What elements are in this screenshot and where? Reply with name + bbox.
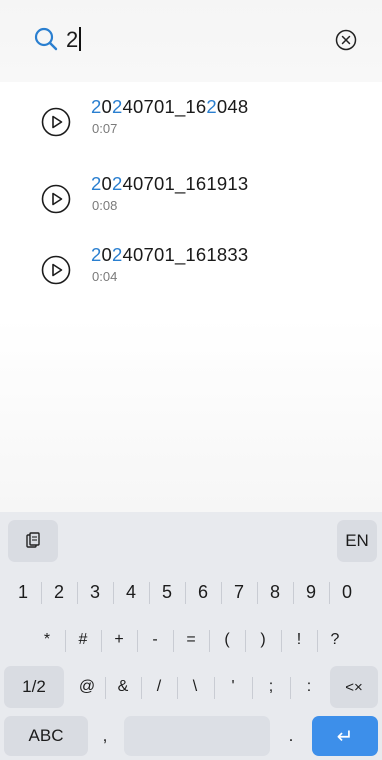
- symbol-row-2: 1/2 @ & / \ ' ; : <×: [0, 666, 382, 708]
- search-bar: 2: [0, 0, 382, 83]
- clipboard-button[interactable]: [8, 520, 58, 562]
- key-divider: [221, 582, 222, 604]
- key-divider: [185, 582, 186, 604]
- key-7[interactable]: 7: [222, 572, 256, 612]
- key-exclamation[interactable]: !: [282, 620, 316, 660]
- key-divider: [317, 630, 318, 652]
- play-icon[interactable]: [40, 254, 72, 286]
- key-at[interactable]: @: [70, 666, 104, 708]
- key-divider: [290, 677, 291, 699]
- key-divider: [77, 582, 78, 604]
- key-apostrophe[interactable]: ': [216, 666, 250, 708]
- key-equals[interactable]: =: [174, 620, 208, 660]
- key-open-paren[interactable]: (: [210, 620, 244, 660]
- keyboard: EN 1 2 3 4 5 6 7 8 9 0 * # + - = ( ) ! ?: [0, 512, 382, 760]
- key-slash[interactable]: /: [142, 666, 176, 708]
- key-0[interactable]: 0: [330, 572, 364, 612]
- key-divider: [209, 630, 210, 652]
- digit-row: 1 2 3 4 5 6 7 8 9 0: [0, 572, 382, 612]
- results-list: 20240701_162048 0:07 20240701_161913 0:0…: [0, 82, 382, 512]
- key-1[interactable]: 1: [6, 572, 40, 612]
- key-divider: [113, 582, 114, 604]
- recording-name: 20240701_161833: [91, 244, 249, 265]
- key-semicolon[interactable]: ;: [254, 666, 288, 708]
- key-comma[interactable]: ,: [90, 716, 120, 756]
- search-query: 2: [66, 27, 79, 52]
- key-ampersand[interactable]: &: [106, 666, 140, 708]
- key-divider: [252, 677, 253, 699]
- key-divider: [41, 582, 42, 604]
- key-divider: [245, 630, 246, 652]
- key-divider: [177, 677, 178, 699]
- key-divider: [214, 677, 215, 699]
- key-8[interactable]: 8: [258, 572, 292, 612]
- enter-icon: ↵: [336, 725, 354, 748]
- key-divider: [149, 582, 150, 604]
- key-asterisk[interactable]: *: [30, 620, 64, 660]
- key-backslash[interactable]: \: [178, 666, 212, 708]
- key-question[interactable]: ?: [318, 620, 352, 660]
- key-divider: [257, 582, 258, 604]
- key-minus[interactable]: -: [138, 620, 172, 660]
- key-3[interactable]: 3: [78, 572, 112, 612]
- key-hash[interactable]: #: [66, 620, 100, 660]
- recording-duration: 0:07: [92, 121, 118, 136]
- space-bar[interactable]: [124, 716, 270, 756]
- backspace-icon: <×: [345, 678, 363, 696]
- enter-button[interactable]: ↵: [312, 716, 378, 756]
- key-divider: [105, 677, 106, 699]
- key-6[interactable]: 6: [186, 572, 220, 612]
- symbol-row-1: * # + - = ( ) ! ?: [0, 620, 382, 660]
- recording-name: 20240701_161913: [91, 173, 249, 194]
- key-divider: [137, 630, 138, 652]
- recording-duration: 0:04: [92, 269, 118, 284]
- bottom-row: ABC , . ↵: [0, 716, 382, 756]
- key-period[interactable]: .: [274, 716, 308, 756]
- language-toggle[interactable]: EN: [337, 520, 377, 562]
- search-icon: [34, 27, 58, 51]
- key-plus[interactable]: +: [102, 620, 136, 660]
- abc-button[interactable]: ABC: [4, 716, 88, 756]
- key-9[interactable]: 9: [294, 572, 328, 612]
- recording-name: 20240701_162048: [91, 96, 249, 117]
- key-colon[interactable]: :: [292, 666, 326, 708]
- key-close-paren[interactable]: ): [246, 620, 280, 660]
- key-divider: [101, 630, 102, 652]
- play-icon[interactable]: [40, 106, 72, 138]
- list-item[interactable]: 20240701_161833 0:04: [0, 242, 382, 304]
- key-2[interactable]: 2: [42, 572, 76, 612]
- key-4[interactable]: 4: [114, 572, 148, 612]
- backspace-button[interactable]: <×: [330, 666, 378, 708]
- text-caret: [79, 27, 81, 51]
- key-divider: [329, 582, 330, 604]
- clear-icon[interactable]: [334, 28, 358, 52]
- search-input[interactable]: 2: [66, 24, 306, 56]
- list-item[interactable]: 20240701_161913 0:08: [0, 171, 382, 233]
- key-divider: [65, 630, 66, 652]
- play-icon[interactable]: [40, 183, 72, 215]
- key-divider: [281, 630, 282, 652]
- recording-duration: 0:08: [92, 198, 118, 213]
- key-5[interactable]: 5: [150, 572, 184, 612]
- key-divider: [293, 582, 294, 604]
- clipboard-icon: [26, 532, 40, 548]
- list-item[interactable]: 20240701_162048 0:07: [0, 94, 382, 156]
- key-divider: [173, 630, 174, 652]
- key-divider: [141, 677, 142, 699]
- page-toggle-button[interactable]: 1/2: [4, 666, 64, 708]
